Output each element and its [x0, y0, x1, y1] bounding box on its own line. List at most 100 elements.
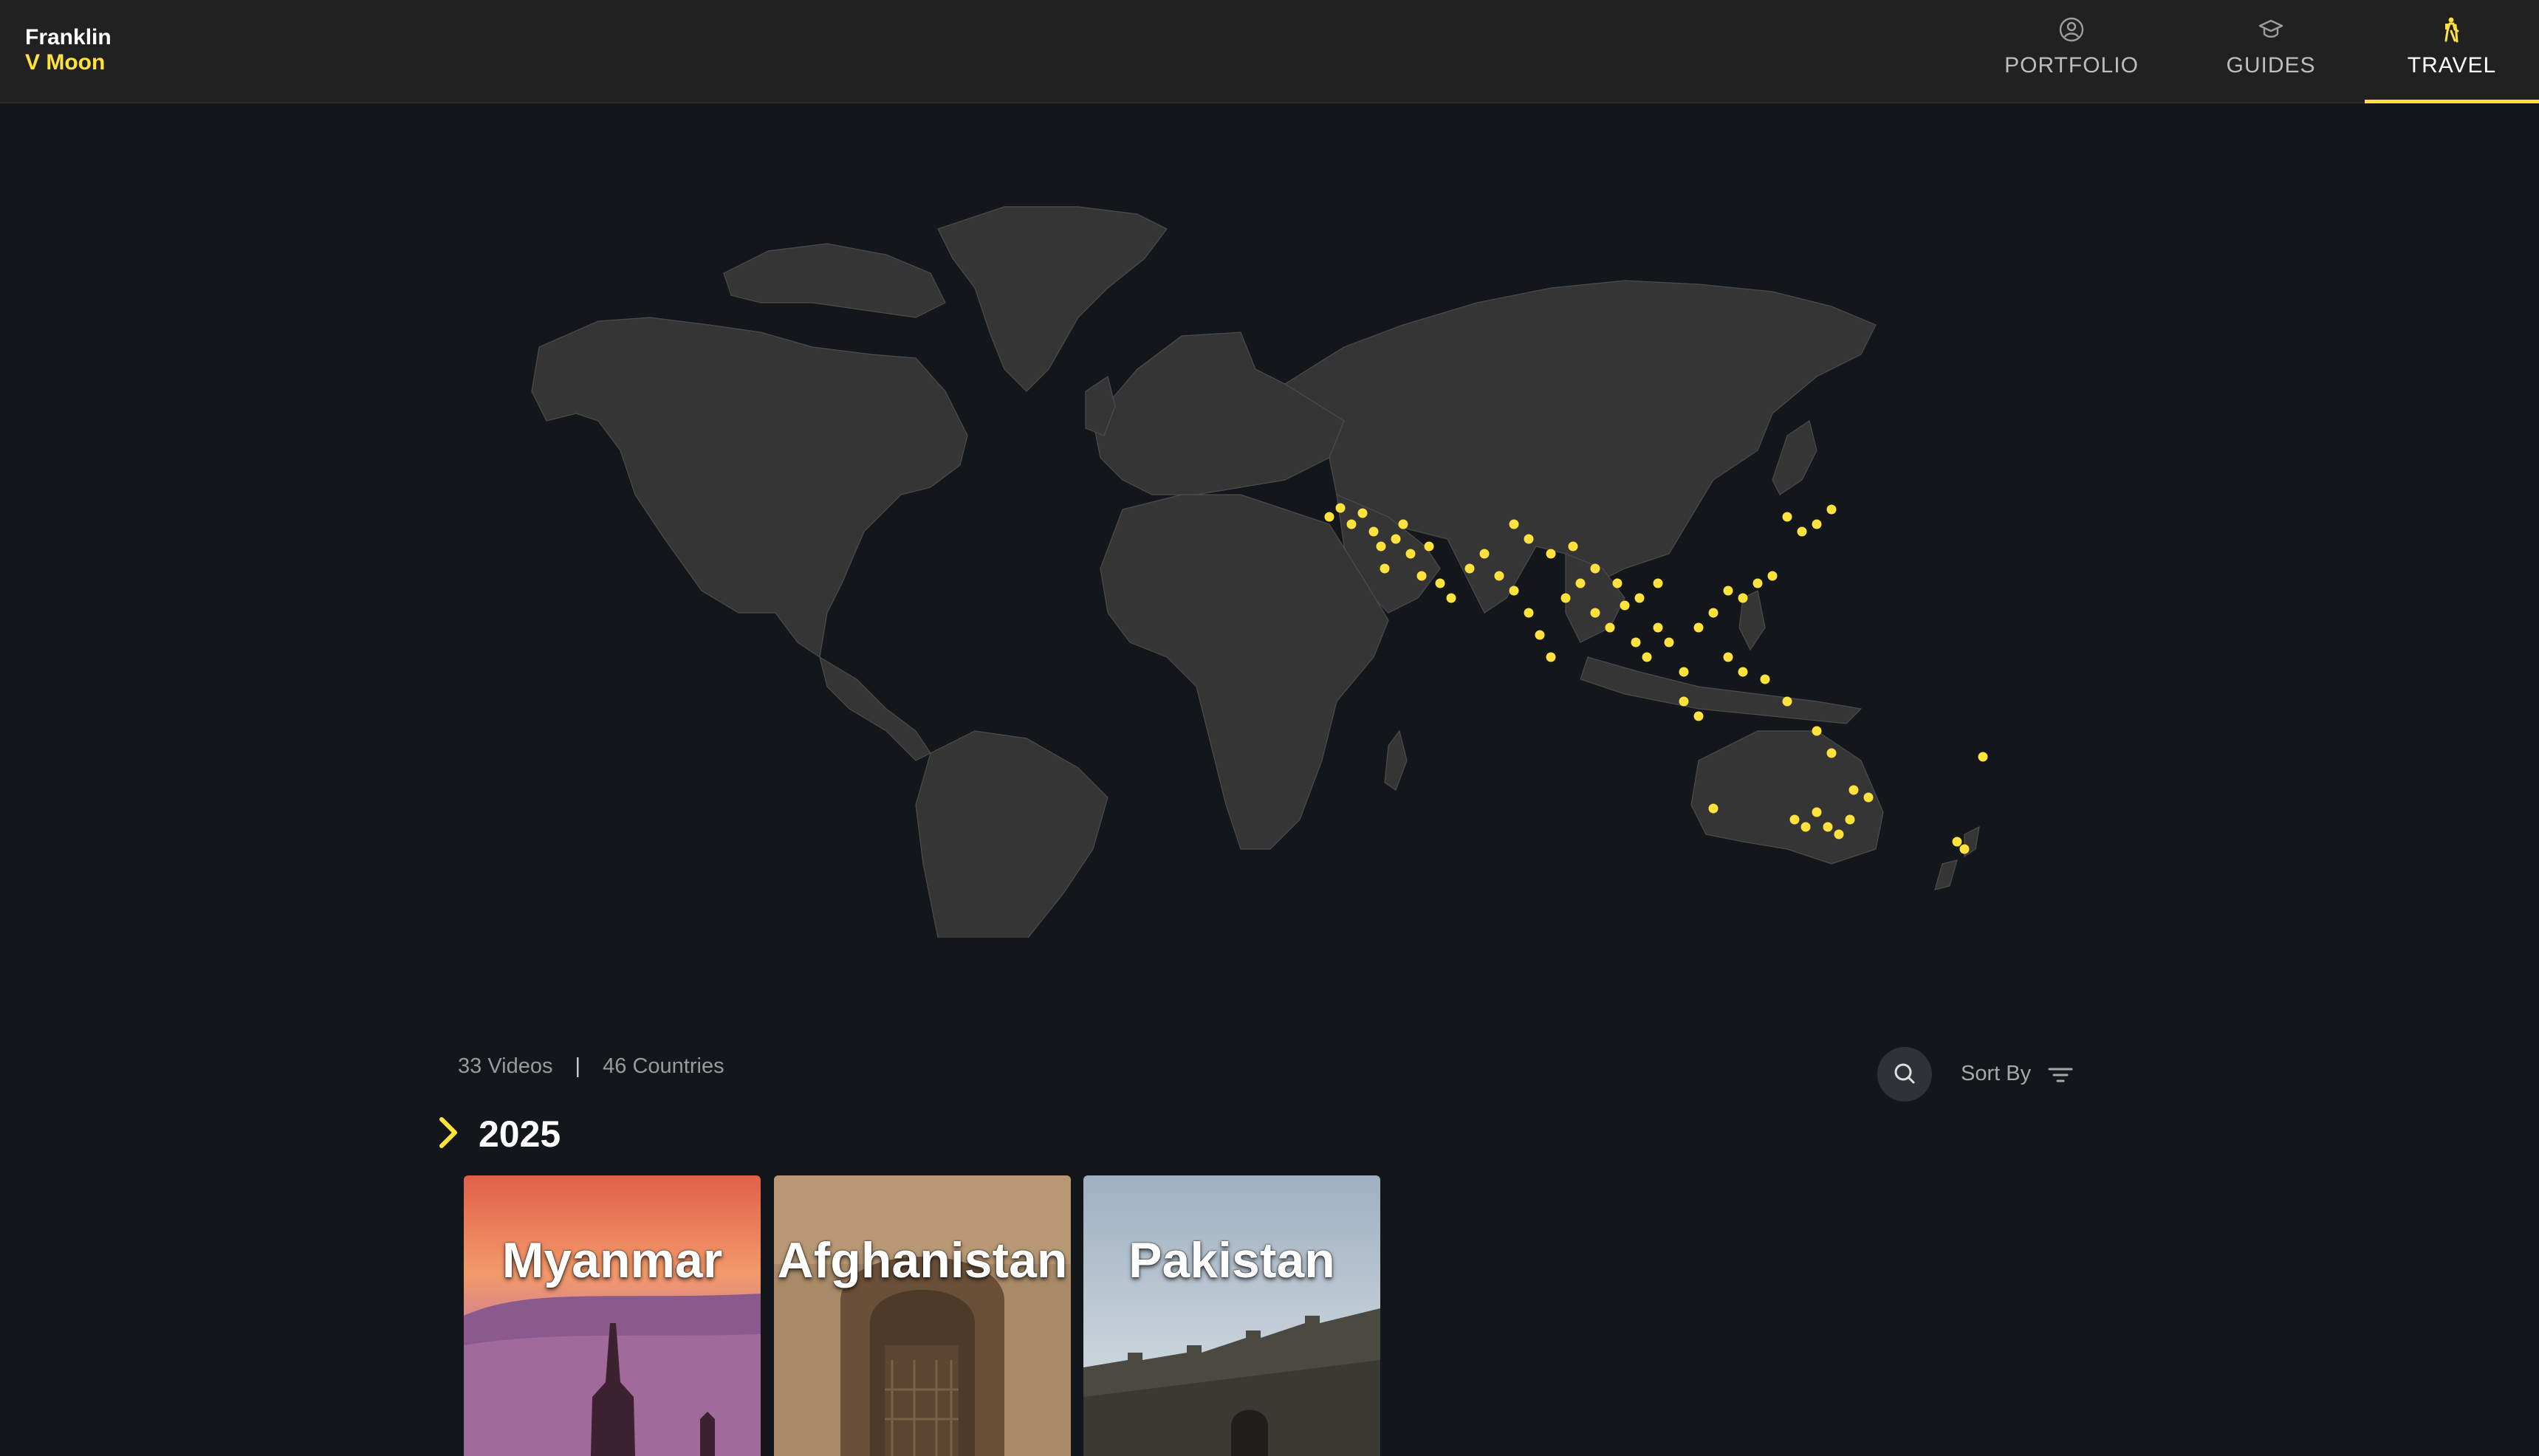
new-zealand: [1934, 825, 1980, 890]
location-pin[interactable]: [1634, 593, 1645, 603]
video-card-afghanistan[interactable]: Afghanistan: [774, 1175, 1071, 1456]
location-pin[interactable]: [1612, 578, 1623, 588]
location-pin[interactable]: [1560, 593, 1571, 603]
location-pin[interactable]: [1605, 622, 1615, 633]
location-pin[interactable]: [1797, 526, 1807, 537]
site-logo[interactable]: Franklin V Moon: [25, 27, 112, 74]
location-pin[interactable]: [1346, 519, 1357, 529]
madagascar: [1384, 729, 1408, 791]
location-pin[interactable]: [1708, 803, 1719, 814]
australia: [1690, 730, 1884, 865]
location-pin[interactable]: [1978, 752, 1988, 762]
location-pin[interactable]: [1693, 711, 1704, 721]
sort-by-button[interactable]: Sort By: [1961, 1062, 2031, 1086]
location-pin[interactable]: [1723, 586, 1733, 596]
location-pin[interactable]: [1653, 578, 1663, 588]
south-america: [915, 730, 1109, 938]
filter-lines-icon[interactable]: [2048, 1065, 2073, 1085]
location-pin[interactable]: [1767, 571, 1778, 581]
location-pin[interactable]: [1546, 652, 1556, 662]
video-card-myanmar[interactable]: Myanmar: [464, 1175, 761, 1456]
location-pin[interactable]: [1631, 637, 1641, 648]
logo-line-2: V Moon: [25, 50, 106, 75]
location-pin[interactable]: [1590, 608, 1600, 618]
location-pin[interactable]: [1782, 696, 1792, 707]
location-pin[interactable]: [1398, 519, 1408, 529]
location-pin[interactable]: [1760, 674, 1770, 684]
pakistan-thumbnail: [1083, 1175, 1380, 1456]
location-pin[interactable]: [1738, 593, 1748, 603]
year-heading: 2025: [479, 1113, 561, 1155]
location-pin[interactable]: [1845, 814, 1855, 825]
location-pin[interactable]: [1752, 578, 1763, 588]
nav-portfolio[interactable]: PORTFOLIO: [1979, 0, 2164, 102]
location-pin[interactable]: [1848, 785, 1859, 795]
location-pin[interactable]: [1509, 519, 1519, 529]
nav-travel-label: TRAVEL: [2407, 53, 2497, 78]
location-pin[interactable]: [1812, 519, 1822, 529]
location-pin[interactable]: [1789, 814, 1800, 825]
location-pin[interactable]: [1679, 696, 1689, 707]
location-pin[interactable]: [1435, 578, 1445, 588]
location-pin[interactable]: [1653, 622, 1663, 633]
location-pin[interactable]: [1368, 526, 1379, 537]
location-pin[interactable]: [1959, 844, 1970, 854]
location-pin[interactable]: [1424, 541, 1434, 552]
location-pin[interactable]: [1494, 571, 1504, 581]
map-land: [531, 206, 1980, 938]
location-pin[interactable]: [1324, 512, 1334, 522]
search-button[interactable]: [1877, 1047, 1932, 1102]
location-pin[interactable]: [1664, 637, 1674, 648]
location-pin[interactable]: [1391, 534, 1401, 544]
location-pin[interactable]: [1535, 630, 1545, 640]
chevron-right-icon: [439, 1117, 457, 1148]
location-pin[interactable]: [1405, 549, 1416, 559]
location-pin[interactable]: [1708, 608, 1719, 618]
stats-bar: 33 Videos | 46 Countries: [458, 1054, 724, 1079]
nav-guides[interactable]: GUIDES: [2186, 0, 2356, 102]
top-header: Franklin V Moon PORTFOLIO GUIDES TRAVEL: [0, 0, 2539, 103]
location-pin[interactable]: [1738, 667, 1748, 677]
location-pin[interactable]: [1863, 792, 1874, 803]
location-pin[interactable]: [1509, 586, 1519, 596]
location-pin[interactable]: [1834, 829, 1844, 839]
location-pin[interactable]: [1590, 563, 1600, 574]
location-pin[interactable]: [1524, 608, 1534, 618]
location-pin[interactable]: [1524, 534, 1534, 544]
location-pin[interactable]: [1826, 748, 1837, 758]
location-pin[interactable]: [1782, 512, 1792, 522]
indonesia: [1580, 656, 1863, 724]
world-map[interactable]: [517, 199, 2031, 938]
location-pin[interactable]: [1464, 563, 1475, 574]
card-title: Pakistan: [1128, 1232, 1335, 1288]
location-pin[interactable]: [1416, 571, 1427, 581]
nav-guides-label: GUIDES: [2226, 53, 2316, 78]
location-pin[interactable]: [1642, 652, 1652, 662]
location-pin[interactable]: [1479, 549, 1490, 559]
location-pin[interactable]: [1823, 822, 1833, 832]
location-pin[interactable]: [1800, 822, 1811, 832]
hiker-icon: [2444, 17, 2459, 43]
location-pin[interactable]: [1723, 652, 1733, 662]
location-pin[interactable]: [1376, 541, 1386, 552]
location-pin[interactable]: [1380, 563, 1390, 574]
location-pin[interactable]: [1620, 600, 1630, 611]
japan: [1772, 420, 1817, 495]
location-pin[interactable]: [1568, 541, 1578, 552]
location-pin[interactable]: [1446, 593, 1456, 603]
north-america: [531, 317, 968, 659]
location-pin[interactable]: [1812, 726, 1822, 736]
location-pin[interactable]: [1546, 549, 1556, 559]
location-pin[interactable]: [1826, 504, 1837, 515]
location-pin[interactable]: [1812, 807, 1822, 817]
location-pin[interactable]: [1335, 503, 1346, 513]
active-tab-indicator: [2365, 100, 2539, 103]
location-pin[interactable]: [1357, 508, 1368, 518]
video-card-pakistan[interactable]: Pakistan: [1083, 1175, 1380, 1456]
location-pin[interactable]: [1575, 578, 1586, 588]
myanmar-thumbnail: [464, 1175, 761, 1456]
location-pin[interactable]: [1693, 622, 1704, 633]
location-pin[interactable]: [1952, 837, 1962, 847]
nav-travel[interactable]: TRAVEL: [2365, 0, 2539, 103]
location-pin[interactable]: [1679, 667, 1689, 677]
